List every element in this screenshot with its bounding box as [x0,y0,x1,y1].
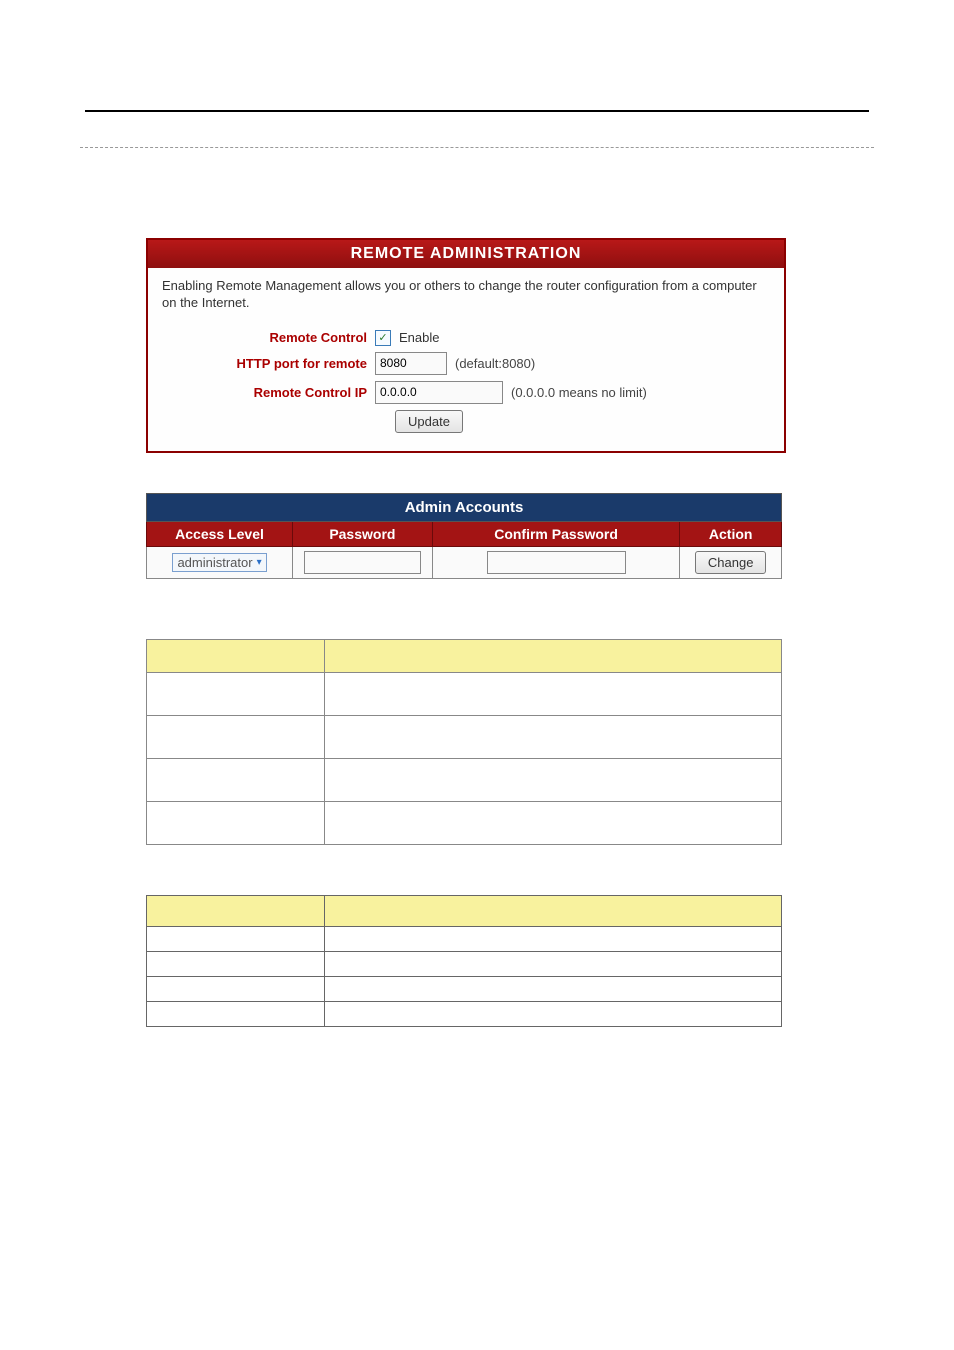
cell [147,639,325,672]
cell [147,1001,325,1026]
password-input[interactable] [304,551,422,574]
cell [324,951,781,976]
cell [147,715,325,758]
remote-admin-description: Enabling Remote Management allows you or… [162,278,770,312]
top-rule [85,110,869,112]
admin-accounts-title: Admin Accounts [147,493,782,521]
table-row: administrator ▾ Change [147,546,782,578]
cell [324,1001,781,1026]
cell [324,895,781,926]
cell [324,926,781,951]
remote-admin-title: REMOTE ADMINISTRATION [148,240,784,268]
cell [324,639,781,672]
http-port-input[interactable] [375,352,447,375]
remote-ip-row: Remote Control IP (0.0.0.0 means no limi… [162,381,770,404]
dashed-rule [80,147,874,148]
http-port-hint: (default:8080) [455,356,535,371]
cell [147,951,325,976]
col-access-level: Access Level [147,521,293,546]
cell [147,926,325,951]
col-password: Password [293,521,433,546]
col-confirm-password: Confirm Password [432,521,680,546]
col-action: Action [680,521,782,546]
access-level-value: administrator [177,555,252,570]
enable-label: Enable [399,330,439,345]
http-port-row: HTTP port for remote (default:8080) [162,352,770,375]
access-level-select[interactable]: administrator ▾ [172,553,266,572]
info-table-2 [146,895,782,1027]
cell [324,976,781,1001]
http-port-label: HTTP port for remote [162,356,375,371]
cell [147,758,325,801]
cell [324,758,781,801]
cell [147,801,325,844]
remote-control-row: Remote Control ✓ Enable [162,330,770,346]
cell [324,801,781,844]
info-table-1 [146,639,782,845]
update-button[interactable]: Update [395,410,463,433]
remote-ip-label: Remote Control IP [162,385,375,400]
change-button[interactable]: Change [695,551,767,574]
remote-ip-hint: (0.0.0.0 means no limit) [511,385,647,400]
remote-control-label: Remote Control [162,330,375,345]
remote-admin-panel: REMOTE ADMINISTRATION Enabling Remote Ma… [146,238,786,453]
cell [147,895,325,926]
confirm-password-input[interactable] [487,551,626,574]
chevron-down-icon: ▾ [257,557,262,568]
enable-checkbox[interactable]: ✓ [375,330,391,346]
admin-accounts-table: Admin Accounts Access Level Password Con… [146,493,782,579]
cell [324,715,781,758]
remote-ip-input[interactable] [375,381,503,404]
cell [147,976,325,1001]
cell [147,672,325,715]
remote-admin-body: Enabling Remote Management allows you or… [148,268,784,451]
cell [324,672,781,715]
